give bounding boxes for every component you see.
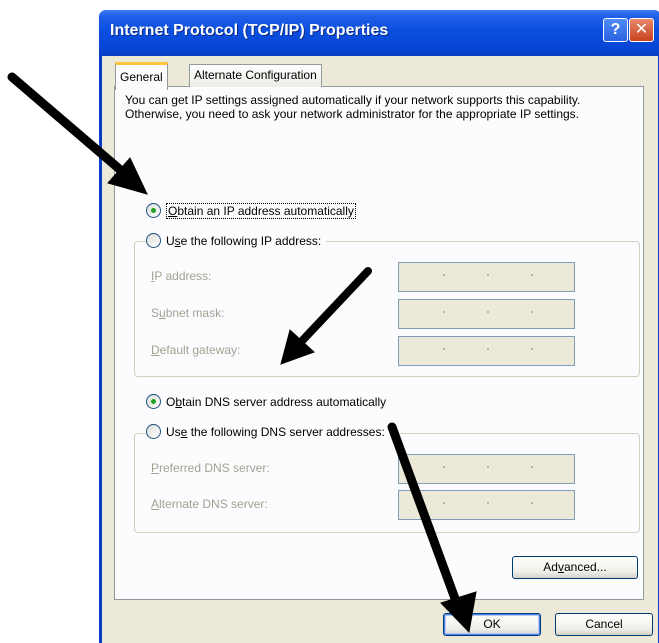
window-title: Internet Protocol (TCP/IP) Properties	[110, 22, 389, 39]
obtain-ip-automatically-label: Obtain an IP address automatically	[166, 203, 356, 219]
use-following-ip-radio[interactable]: Use the following IP address:	[146, 233, 327, 249]
default-gateway-input[interactable]	[398, 336, 575, 366]
tab-general[interactable]: General	[115, 62, 168, 90]
radio-unchecked-icon	[146, 233, 161, 248]
use-following-ip-label: Use the following IP address:	[166, 234, 322, 248]
title-bar[interactable]: Internet Protocol (TCP/IP) Properties ? …	[99, 10, 659, 56]
ip-address-label: IP address:	[151, 269, 212, 283]
radio-checked-icon	[146, 394, 161, 409]
subnet-mask-input[interactable]	[398, 299, 575, 329]
dialog-window: Internet Protocol (TCP/IP) Properties ? …	[99, 10, 659, 643]
subnet-mask-label: Subnet mask:	[151, 306, 225, 320]
close-icon[interactable]: ✕	[629, 18, 654, 42]
advanced-button[interactable]: Advanced...	[512, 556, 638, 579]
preferred-dns-label: Preferred DNS server:	[151, 461, 270, 475]
preferred-dns-input[interactable]	[398, 454, 575, 484]
ip-address-input[interactable]	[398, 262, 575, 292]
default-gateway-label: Default gateway:	[151, 343, 241, 357]
alternate-dns-label: Alternate DNS server:	[151, 497, 268, 511]
ok-button[interactable]: OK	[443, 613, 541, 636]
obtain-ip-automatically-radio[interactable]: Obtain an IP address automatically	[146, 203, 356, 219]
cancel-button[interactable]: Cancel	[555, 613, 653, 636]
help-icon[interactable]: ?	[603, 18, 628, 42]
tab-alternate-configuration[interactable]: Alternate Configuration	[189, 64, 322, 87]
description-text: You can get IP settings assigned automat…	[125, 93, 581, 121]
use-following-dns-label: Use the following DNS server addresses:	[166, 425, 385, 439]
obtain-dns-automatically-radio[interactable]: Obtain DNS server address automatically	[146, 394, 386, 410]
radio-checked-icon	[146, 203, 161, 218]
dialog-client-area: General Alternate Configuration You can …	[102, 56, 658, 643]
use-following-dns-radio[interactable]: Use the following DNS server addresses:	[146, 424, 390, 440]
obtain-dns-automatically-label: Obtain DNS server address automatically	[166, 395, 387, 409]
radio-unchecked-icon	[146, 424, 161, 439]
alternate-dns-input[interactable]	[398, 490, 575, 520]
